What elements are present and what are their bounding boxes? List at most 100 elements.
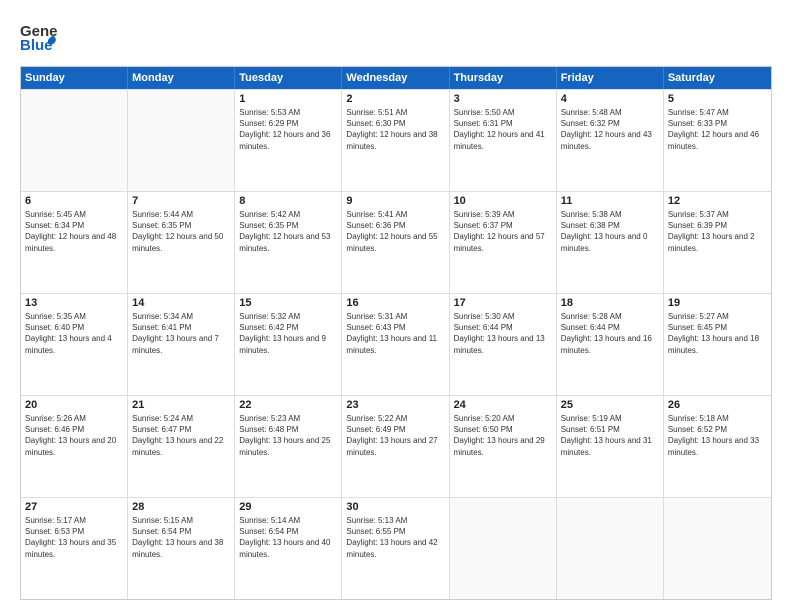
calendar-cell: 5 Sunrise: 5:47 AMSunset: 6:33 PMDaylight…	[664, 90, 771, 191]
day-info: Sunrise: 5:24 AMSunset: 6:47 PMDaylight:…	[132, 413, 230, 458]
calendar-week-3: 13Sunrise: 5:35 AMSunset: 6:40 PMDayligh…	[21, 293, 771, 395]
day-number: 20	[25, 399, 123, 411]
day-number: 4	[561, 93, 659, 105]
calendar-cell: 11 Sunrise: 5:38 AMSunset: 6:38 PMDayligh…	[557, 192, 664, 293]
day-number: 30	[346, 501, 444, 513]
day-info: Sunrise: 5:32 AMSunset: 6:42 PMDaylight:…	[239, 311, 337, 356]
day-number: 26	[668, 399, 767, 411]
calendar-weekday-monday: Monday	[128, 67, 235, 89]
calendar-cell: 2 Sunrise: 5:51 AMSunset: 6:30 PMDaylight…	[342, 90, 449, 191]
day-info: Sunrise: 5:17 AMSunset: 6:53 PMDaylight:…	[25, 515, 123, 560]
calendar-cell: 1 Sunrise: 5:53 AMSunset: 6:29 PMDaylight…	[235, 90, 342, 191]
day-info: Sunrise: 5:41 AMSunset: 6:36 PMDaylight:…	[346, 209, 444, 254]
day-info: Sunrise: 5:35 AMSunset: 6:40 PMDaylight:…	[25, 311, 123, 356]
day-info: Sunrise: 5:47 AMSunset: 6:33 PMDaylight:…	[668, 107, 767, 152]
day-info: Sunrise: 5:20 AMSunset: 6:50 PMDaylight:…	[454, 413, 552, 458]
calendar-cell: 26Sunrise: 5:18 AMSunset: 6:52 PMDayligh…	[664, 396, 771, 497]
calendar-cell	[128, 90, 235, 191]
day-info: Sunrise: 5:34 AMSunset: 6:41 PMDaylight:…	[132, 311, 230, 356]
calendar-weekday-tuesday: Tuesday	[235, 67, 342, 89]
calendar-weekday-sunday: Sunday	[21, 67, 128, 89]
day-number: 9	[346, 195, 444, 207]
calendar-weekday-friday: Friday	[557, 67, 664, 89]
day-number: 1	[239, 93, 337, 105]
day-info: Sunrise: 5:45 AMSunset: 6:34 PMDaylight:…	[25, 209, 123, 254]
calendar-cell: 18Sunrise: 5:28 AMSunset: 6:44 PMDayligh…	[557, 294, 664, 395]
day-number: 12	[668, 195, 767, 207]
day-number: 2	[346, 93, 444, 105]
calendar-cell: 22 Sunrise: 5:23 AMSunset: 6:48 PMDayligh…	[235, 396, 342, 497]
calendar-cell	[450, 498, 557, 599]
day-number: 28	[132, 501, 230, 513]
calendar-cell: 10 Sunrise: 5:39 AMSunset: 6:37 PMDayligh…	[450, 192, 557, 293]
day-info: Sunrise: 5:48 AMSunset: 6:32 PMDaylight:…	[561, 107, 659, 152]
calendar-cell	[557, 498, 664, 599]
calendar-cell: 8 Sunrise: 5:42 AMSunset: 6:35 PMDaylight…	[235, 192, 342, 293]
calendar-cell: 29 Sunrise: 5:14 AMSunset: 6:54 PMDayligh…	[235, 498, 342, 599]
logo: General Blue	[20, 18, 58, 56]
day-number: 5	[668, 93, 767, 105]
day-number: 15	[239, 297, 337, 309]
calendar-weekday-thursday: Thursday	[450, 67, 557, 89]
calendar-cell: 28 Sunrise: 5:15 AMSunset: 6:54 PMDayligh…	[128, 498, 235, 599]
day-number: 29	[239, 501, 337, 513]
calendar-cell: 13Sunrise: 5:35 AMSunset: 6:40 PMDayligh…	[21, 294, 128, 395]
calendar-header-row: SundayMondayTuesdayWednesdayThursdayFrid…	[21, 67, 771, 89]
day-number: 18	[561, 297, 659, 309]
calendar-weekday-saturday: Saturday	[664, 67, 771, 89]
day-number: 21	[132, 399, 230, 411]
day-info: Sunrise: 5:31 AMSunset: 6:43 PMDaylight:…	[346, 311, 444, 356]
day-info: Sunrise: 5:53 AMSunset: 6:29 PMDaylight:…	[239, 107, 337, 152]
day-number: 10	[454, 195, 552, 207]
day-info: Sunrise: 5:27 AMSunset: 6:45 PMDaylight:…	[668, 311, 767, 356]
calendar-cell: 9 Sunrise: 5:41 AMSunset: 6:36 PMDaylight…	[342, 192, 449, 293]
day-info: Sunrise: 5:14 AMSunset: 6:54 PMDaylight:…	[239, 515, 337, 560]
day-number: 8	[239, 195, 337, 207]
day-number: 11	[561, 195, 659, 207]
day-info: Sunrise: 5:42 AMSunset: 6:35 PMDaylight:…	[239, 209, 337, 254]
day-info: Sunrise: 5:30 AMSunset: 6:44 PMDaylight:…	[454, 311, 552, 356]
calendar-cell: 7Sunrise: 5:44 AMSunset: 6:35 PMDaylight…	[128, 192, 235, 293]
day-number: 22	[239, 399, 337, 411]
day-number: 3	[454, 93, 552, 105]
day-info: Sunrise: 5:38 AMSunset: 6:38 PMDaylight:…	[561, 209, 659, 254]
day-info: Sunrise: 5:50 AMSunset: 6:31 PMDaylight:…	[454, 107, 552, 152]
day-info: Sunrise: 5:19 AMSunset: 6:51 PMDaylight:…	[561, 413, 659, 458]
day-number: 16	[346, 297, 444, 309]
day-number: 14	[132, 297, 230, 309]
calendar-cell: 27Sunrise: 5:17 AMSunset: 6:53 PMDayligh…	[21, 498, 128, 599]
calendar-cell: 6 Sunrise: 5:45 AMSunset: 6:34 PMDaylight…	[21, 192, 128, 293]
calendar-cell: 15 Sunrise: 5:32 AMSunset: 6:42 PMDayligh…	[235, 294, 342, 395]
calendar-cell: 20 Sunrise: 5:26 AMSunset: 6:46 PMDayligh…	[21, 396, 128, 497]
day-number: 24	[454, 399, 552, 411]
header: General Blue	[20, 18, 772, 56]
calendar-cell: 3 Sunrise: 5:50 AMSunset: 6:31 PMDaylight…	[450, 90, 557, 191]
calendar-cell: 17 Sunrise: 5:30 AMSunset: 6:44 PMDayligh…	[450, 294, 557, 395]
calendar-cell: 25 Sunrise: 5:19 AMSunset: 6:51 PMDayligh…	[557, 396, 664, 497]
calendar-cell: 23Sunrise: 5:22 AMSunset: 6:49 PMDayligh…	[342, 396, 449, 497]
calendar-cell: 19 Sunrise: 5:27 AMSunset: 6:45 PMDayligh…	[664, 294, 771, 395]
day-info: Sunrise: 5:26 AMSunset: 6:46 PMDaylight:…	[25, 413, 123, 458]
calendar-cell: 12 Sunrise: 5:37 AMSunset: 6:39 PMDayligh…	[664, 192, 771, 293]
day-number: 6	[25, 195, 123, 207]
day-info: Sunrise: 5:23 AMSunset: 6:48 PMDaylight:…	[239, 413, 337, 458]
day-info: Sunrise: 5:51 AMSunset: 6:30 PMDaylight:…	[346, 107, 444, 152]
day-number: 19	[668, 297, 767, 309]
calendar-cell	[664, 498, 771, 599]
day-info: Sunrise: 5:39 AMSunset: 6:37 PMDaylight:…	[454, 209, 552, 254]
calendar-week-5: 27Sunrise: 5:17 AMSunset: 6:53 PMDayligh…	[21, 497, 771, 599]
calendar-weekday-wednesday: Wednesday	[342, 67, 449, 89]
calendar-cell: 21 Sunrise: 5:24 AMSunset: 6:47 PMDayligh…	[128, 396, 235, 497]
calendar-cell: 4 Sunrise: 5:48 AMSunset: 6:32 PMDaylight…	[557, 90, 664, 191]
calendar-cell: 30Sunrise: 5:13 AMSunset: 6:55 PMDayligh…	[342, 498, 449, 599]
calendar-cell	[21, 90, 128, 191]
day-info: Sunrise: 5:15 AMSunset: 6:54 PMDaylight:…	[132, 515, 230, 560]
day-number: 17	[454, 297, 552, 309]
calendar-cell: 16 Sunrise: 5:31 AMSunset: 6:43 PMDayligh…	[342, 294, 449, 395]
logo-icon: General Blue	[20, 18, 58, 56]
calendar-cell: 24 Sunrise: 5:20 AMSunset: 6:50 PMDayligh…	[450, 396, 557, 497]
day-info: Sunrise: 5:37 AMSunset: 6:39 PMDaylight:…	[668, 209, 767, 254]
calendar-cell: 14 Sunrise: 5:34 AMSunset: 6:41 PMDayligh…	[128, 294, 235, 395]
day-number: 25	[561, 399, 659, 411]
day-number: 7	[132, 195, 230, 207]
